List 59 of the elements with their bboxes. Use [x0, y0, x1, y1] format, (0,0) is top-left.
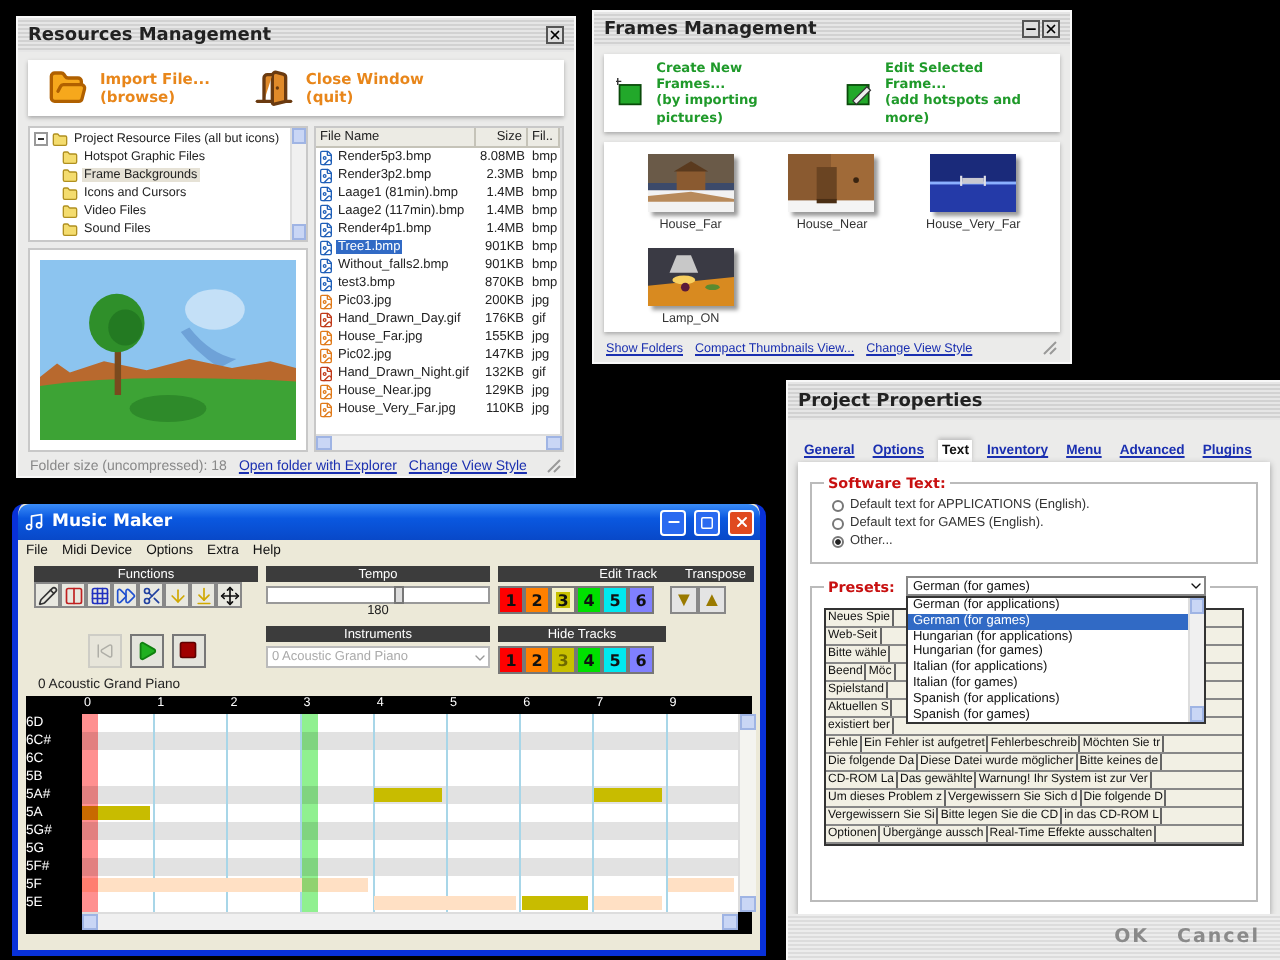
scrollbar[interactable] [316, 434, 562, 450]
folder-open-icon [48, 68, 88, 108]
tool-button[interactable] [34, 582, 60, 608]
track-button[interactable]: 6 [628, 586, 654, 614]
window-title: Project Properties [798, 391, 983, 411]
slider-thumb[interactable] [394, 586, 404, 604]
tool-button[interactable] [86, 582, 112, 608]
radio-button[interactable] [832, 517, 844, 529]
stop-icon [178, 640, 198, 660]
pencil-icon [37, 585, 57, 605]
close-button[interactable] [1042, 20, 1060, 38]
door-icon [253, 68, 294, 108]
track-toggle[interactable]: 5 [602, 646, 628, 674]
position-marker[interactable] [82, 714, 98, 912]
tempo-slider[interactable] [266, 586, 490, 604]
track-toggle[interactable]: 6 [628, 646, 654, 674]
track-toggle[interactable]: 1 [498, 646, 524, 674]
track-button[interactable]: 4 [576, 586, 602, 614]
track-toggle[interactable]: 2 [524, 646, 550, 674]
window-title: Music Maker [52, 512, 175, 532]
tool-button[interactable] [216, 582, 242, 608]
window-title: Resources Management [28, 25, 272, 45]
down-arrow-icon [167, 585, 187, 605]
new-frame-icon [616, 76, 645, 109]
track-button[interactable]: 1 [498, 586, 524, 614]
play-button[interactable] [129, 633, 163, 667]
maximize-button[interactable] [694, 509, 720, 535]
radio-button[interactable] [832, 499, 844, 511]
move-icon [219, 585, 239, 605]
tool-button[interactable] [138, 582, 164, 608]
scrollbar[interactable] [82, 912, 738, 930]
stop-button[interactable] [171, 633, 205, 667]
play-icon [135, 639, 157, 661]
resize-grip-icon[interactable] [546, 458, 562, 474]
scissors-icon [141, 585, 161, 605]
minimize-button[interactable] [1022, 20, 1040, 38]
grid-icon [89, 585, 109, 605]
close-icon [548, 28, 562, 42]
track-button[interactable]: 5 [602, 586, 628, 614]
maximize-icon [700, 515, 714, 529]
scrollbar[interactable] [1188, 598, 1205, 723]
close-icon [733, 514, 749, 530]
down-to-line-icon [193, 585, 213, 605]
close-icon [1044, 22, 1058, 36]
collapse-icon[interactable] [34, 132, 48, 146]
music-icon [24, 512, 44, 532]
track-toggle[interactable]: 4 [576, 646, 602, 674]
radio-button[interactable] [832, 535, 844, 547]
track-button[interactable]: 2 [524, 586, 550, 614]
resize-grip-icon[interactable] [1042, 340, 1058, 356]
minimize-icon [1024, 22, 1038, 36]
scrollbar[interactable] [290, 128, 306, 240]
close-button[interactable] [546, 26, 564, 44]
bar-marker-icon [63, 585, 83, 605]
fast-forward-icon [115, 585, 135, 605]
window-title: Frames Management [604, 19, 817, 39]
rewind-icon [95, 641, 113, 659]
track-button[interactable]: 3 [550, 586, 576, 614]
note[interactable] [521, 896, 589, 910]
